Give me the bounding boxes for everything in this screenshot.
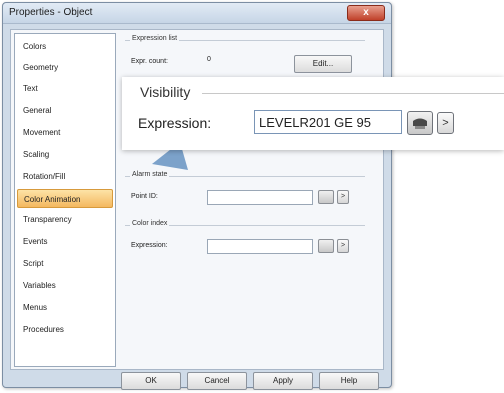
- expression-list-group-label: Expression list: [130, 35, 180, 42]
- sidebar-item-color-animation[interactable]: Color Animation: [17, 189, 113, 208]
- sidebar-item-script[interactable]: Script: [17, 254, 113, 273]
- color-index-expression-input[interactable]: [207, 239, 313, 254]
- title-bar[interactable]: Properties - Object x: [3, 3, 391, 24]
- help-button[interactable]: Help: [319, 372, 379, 390]
- properties-dialog: Properties - Object x Colors Geometry Te…: [2, 2, 392, 390]
- sidebar-item-movement[interactable]: Movement: [17, 123, 113, 142]
- divider: [202, 93, 504, 94]
- visibility-expression-input[interactable]: LEVELR201 GE 95: [254, 110, 402, 134]
- point-id-label: Point ID:: [131, 193, 158, 200]
- apply-button[interactable]: Apply: [253, 372, 313, 390]
- sidebar-item-procedures[interactable]: Procedures: [17, 320, 113, 339]
- sidebar-item-scaling[interactable]: Scaling: [17, 145, 113, 164]
- color-index-expression-label: Expression:: [131, 242, 168, 249]
- close-icon: x: [363, 7, 369, 18]
- edit-button[interactable]: Edit...: [294, 55, 352, 73]
- sidebar-item-general[interactable]: General: [17, 101, 113, 120]
- expr-count-label: Expr. count:: [131, 58, 168, 65]
- point-id-input[interactable]: [207, 190, 313, 205]
- ok-button[interactable]: OK: [121, 372, 181, 390]
- close-button[interactable]: x: [347, 5, 385, 21]
- cancel-button[interactable]: Cancel: [187, 372, 247, 390]
- sidebar-item-geometry[interactable]: Geometry: [17, 58, 113, 77]
- tag-browse-icon[interactable]: [407, 111, 433, 135]
- color-index-arrow-button[interactable]: >: [337, 239, 349, 253]
- visibility-group-label: Visibility: [136, 84, 195, 100]
- sidebar-item-transparency[interactable]: Transparency: [17, 210, 113, 229]
- color-index-group-label: Color index: [130, 220, 170, 227]
- sidebar-item-rotation-fill[interactable]: Rotation/Fill: [17, 167, 113, 186]
- sidebar-item-text[interactable]: Text: [17, 79, 113, 98]
- window-title: Properties - Object: [9, 7, 93, 18]
- expr-count-value: 0: [207, 56, 211, 63]
- visibility-zoom-callout: Visibility Expression: LEVELR201 GE 95 >: [122, 77, 504, 150]
- sidebar-item-events[interactable]: Events: [17, 232, 113, 251]
- category-sidebar: Colors Geometry Text General Movement Sc…: [14, 33, 116, 367]
- sidebar-item-colors[interactable]: Colors: [17, 37, 113, 56]
- tag-browse-icon[interactable]: [318, 239, 334, 253]
- visibility-arrow-button[interactable]: >: [437, 112, 454, 134]
- sidebar-item-menus[interactable]: Menus: [17, 298, 113, 317]
- sidebar-item-variables[interactable]: Variables: [17, 276, 113, 295]
- point-id-arrow-button[interactable]: >: [337, 190, 349, 204]
- tag-browse-icon[interactable]: [318, 190, 334, 204]
- visibility-expression-label: Expression:: [138, 115, 212, 131]
